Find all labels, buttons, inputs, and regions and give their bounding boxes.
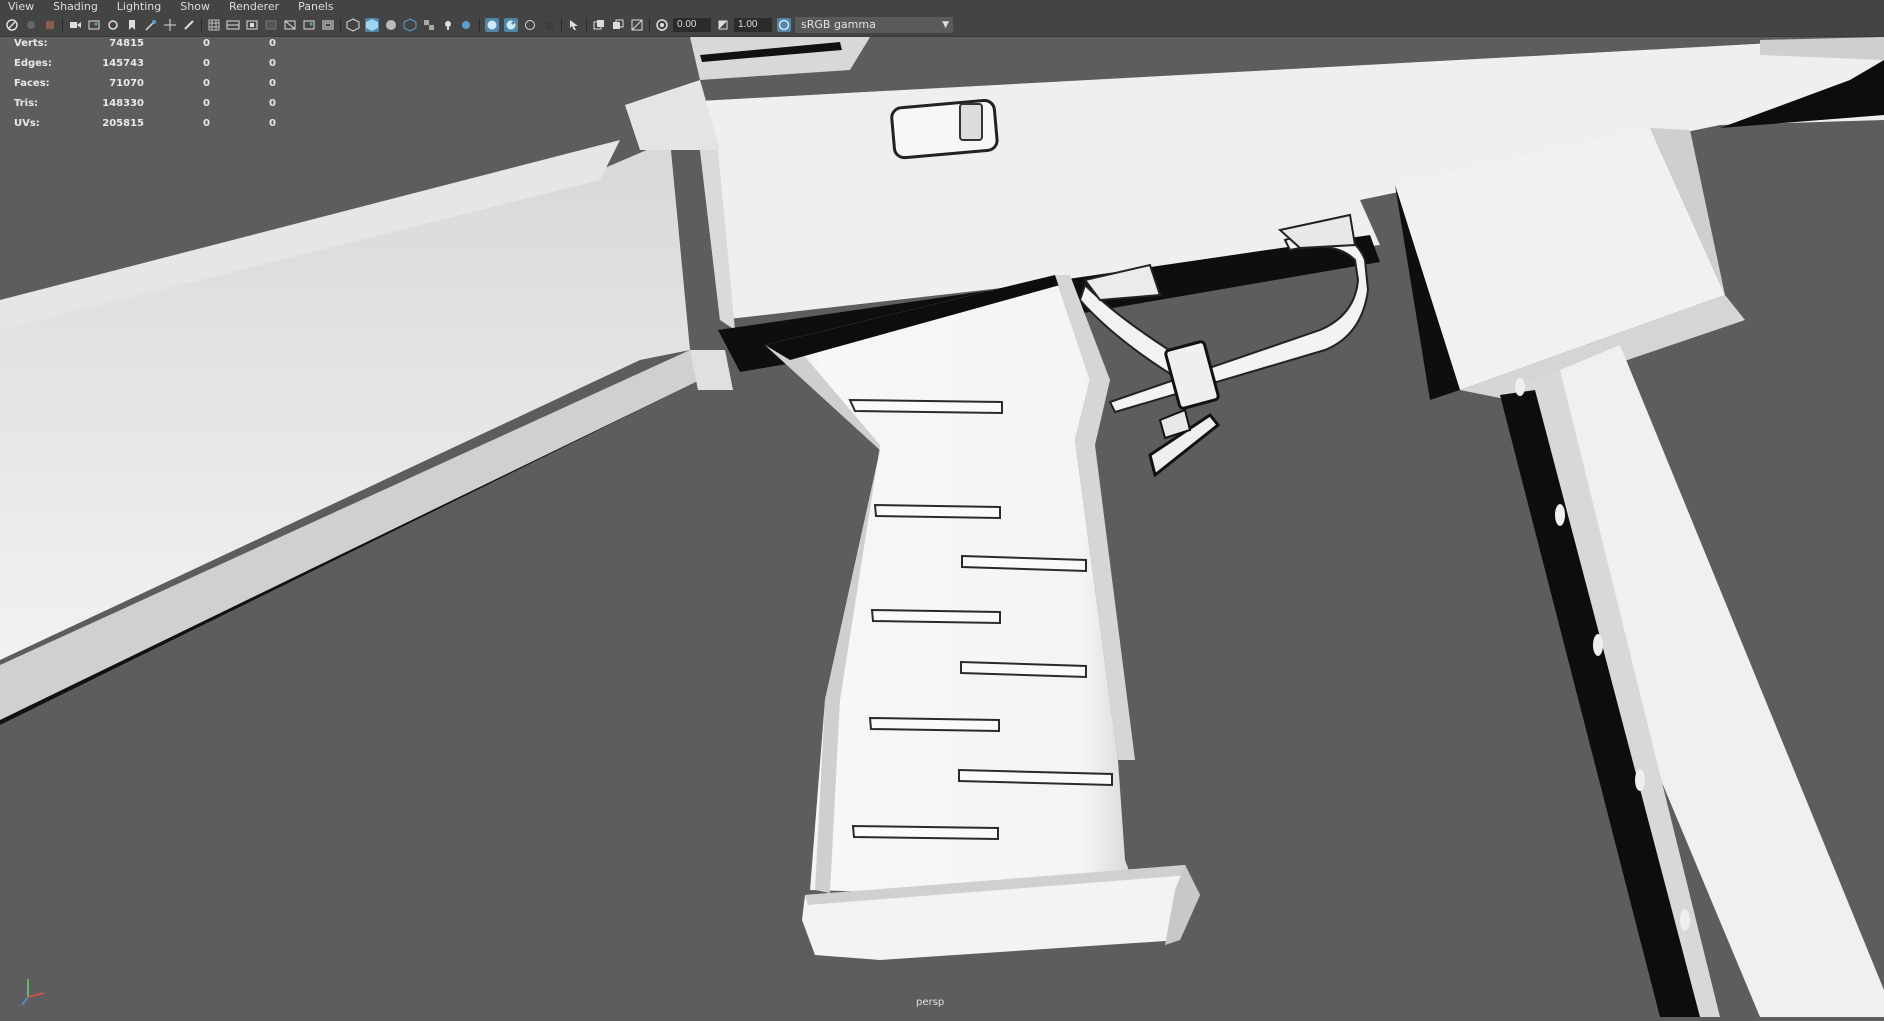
image-plane-icon[interactable] <box>87 18 101 32</box>
hud-component: 0 <box>269 58 276 69</box>
hud-label: Verts: <box>14 38 48 49</box>
hud-selected: 0 <box>203 78 210 89</box>
select-camera-icon[interactable] <box>5 18 19 32</box>
hud-label: Tris: <box>14 98 39 109</box>
hud-selected: 0 <box>203 98 210 109</box>
magazine <box>1395 128 1884 1017</box>
hud-value: 71070 <box>109 78 144 89</box>
pistol-grip <box>765 275 1200 960</box>
resolution-gate-icon[interactable] <box>245 18 259 32</box>
hud-row: Edges: 145743 0 0 <box>14 57 276 77</box>
exposure-field[interactable] <box>673 18 711 32</box>
gamma-icon[interactable] <box>716 18 730 32</box>
smooth-shade-icon[interactable] <box>365 18 379 32</box>
hud-toggle-icon[interactable] <box>592 18 606 32</box>
perspective-viewport[interactable] <box>0 37 1884 1017</box>
xray-joints-icon[interactable] <box>504 18 518 32</box>
viewport-toolbar: sRGB gamma ▼ <box>0 14 1884 37</box>
isolate-select-icon[interactable] <box>567 18 581 32</box>
hud-component: 0 <box>269 78 276 89</box>
rifle-model[interactable] <box>0 37 1884 1017</box>
chevron-down-icon: ▼ <box>942 20 949 30</box>
hud-value: 148330 <box>102 98 144 109</box>
exposure-icon[interactable] <box>655 18 669 32</box>
camera-name-label: persp <box>916 997 945 1008</box>
wireframe-icon[interactable] <box>346 18 360 32</box>
color-management-icon[interactable] <box>777 18 791 32</box>
menu-panels[interactable]: Panels <box>290 0 333 14</box>
toolbar-separator <box>586 18 587 32</box>
menu-view[interactable]: View <box>0 0 34 14</box>
menu-show[interactable]: Show <box>172 0 210 14</box>
hud-selected: 0 <box>203 58 210 69</box>
checker-icon[interactable] <box>422 18 436 32</box>
menu-lighting[interactable]: Lighting <box>109 0 161 14</box>
xray-icon[interactable] <box>485 18 499 32</box>
hud-component: 0 <box>269 98 276 109</box>
gamma-field[interactable] <box>734 18 772 32</box>
toolbar-separator <box>649 18 650 32</box>
lights-icon[interactable] <box>441 18 455 32</box>
hud-row: Tris: 148330 0 0 <box>14 97 276 117</box>
manipulator-icon[interactable] <box>630 18 644 32</box>
2d-pan-zoom-icon[interactable] <box>144 18 158 32</box>
frame-all-icon[interactable] <box>611 18 625 32</box>
hud-label: UVs: <box>14 118 40 129</box>
field-chart-icon[interactable] <box>283 18 297 32</box>
shadows-icon[interactable] <box>460 18 474 32</box>
gate-mask-icon[interactable] <box>264 18 278 32</box>
menu-shading[interactable]: Shading <box>45 0 98 14</box>
hud-row: UVs: 205815 0 0 <box>14 117 276 137</box>
hud-selected: 0 <box>203 118 210 129</box>
axis-gizmo-icon <box>18 975 50 1007</box>
default-material-icon[interactable] <box>384 18 398 32</box>
safe-action-icon[interactable] <box>302 18 316 32</box>
color-space-value: sRGB gamma <box>801 18 876 31</box>
toolbar-separator <box>340 18 341 32</box>
hud-label: Faces: <box>14 78 50 89</box>
camera-icon[interactable] <box>68 18 82 32</box>
hud-row: Verts: 74815 0 0 <box>14 37 276 57</box>
camera-rig-icon[interactable] <box>106 18 120 32</box>
viewport-menu-bar: View Shading Lighting Show Renderer Pane… <box>0 0 1884 14</box>
hud-value: 74815 <box>109 38 144 49</box>
move-icon[interactable] <box>163 18 177 32</box>
textured-icon[interactable] <box>403 18 417 32</box>
hud-value: 145743 <box>102 58 144 69</box>
camera-lock-icon[interactable] <box>24 18 38 32</box>
hud-component: 0 <box>269 118 276 129</box>
poly-count-hud: Verts: 74815 0 0 Edges: 145743 0 0 Faces… <box>14 37 276 137</box>
color-space-select[interactable]: sRGB gamma ▼ <box>795 17 953 33</box>
hud-label: Edges: <box>14 58 52 69</box>
film-gate-icon[interactable] <box>226 18 240 32</box>
grid-icon[interactable] <box>207 18 221 32</box>
hud-component: 0 <box>269 38 276 49</box>
toolbar-separator <box>201 18 202 32</box>
hud-value: 205815 <box>102 118 144 129</box>
ambient-occlusion-icon[interactable] <box>542 18 556 32</box>
toolbar-separator <box>479 18 480 32</box>
camera-attributes-icon[interactable] <box>43 18 57 32</box>
hud-row: Faces: 71070 0 0 <box>14 77 276 97</box>
grease-pencil-icon[interactable] <box>182 18 196 32</box>
hud-selected: 0 <box>203 38 210 49</box>
xray-components-icon[interactable] <box>523 18 537 32</box>
bookmark-icon[interactable] <box>125 18 139 32</box>
safe-title-icon[interactable] <box>321 18 335 32</box>
toolbar-separator <box>561 18 562 32</box>
toolbar-separator <box>62 18 63 32</box>
menu-renderer[interactable]: Renderer <box>221 0 279 14</box>
stock <box>0 140 700 725</box>
